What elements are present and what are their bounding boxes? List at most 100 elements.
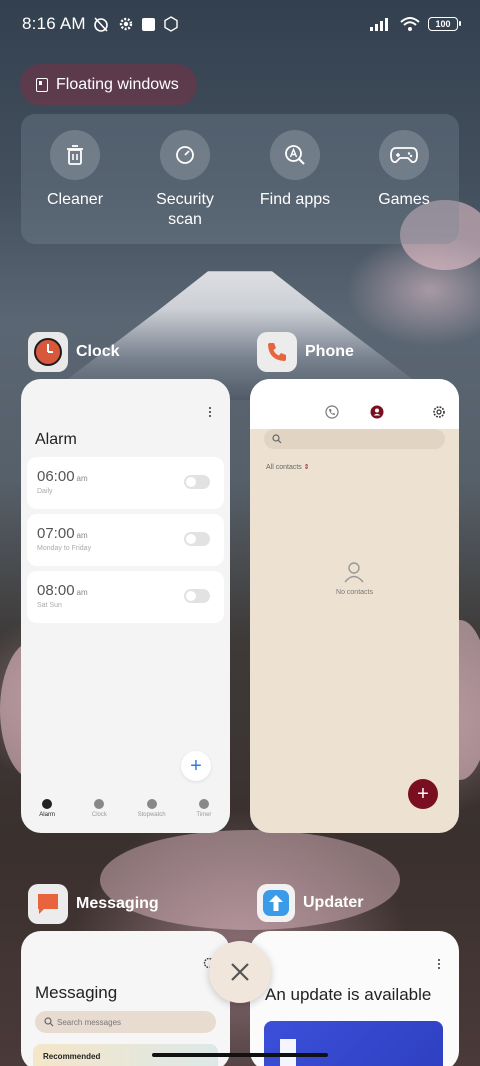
find-apps-label: Find apps xyxy=(259,191,331,208)
floating-windows-label: Floating windows xyxy=(56,76,179,93)
phone-app-header[interactable]: Phone xyxy=(257,332,354,372)
tab-clock: Clock xyxy=(74,799,124,833)
security-scan-label: Security scan xyxy=(156,191,214,228)
battery-icon: 100 xyxy=(428,17,461,31)
stopwatch-tab-icon xyxy=(146,799,157,809)
clear-all-button[interactable] xyxy=(209,941,271,1003)
clock-icon xyxy=(34,338,62,366)
alarm-item: 08:00 am Sat Sun xyxy=(27,571,224,623)
update-arrow-icon xyxy=(263,890,289,916)
tab-stopwatch-label: Stopwatch xyxy=(137,812,166,818)
update-banner-image xyxy=(264,1021,443,1066)
clock-bottom-nav: Alarm Clock Stopwatch Timer xyxy=(21,799,230,833)
alarm-repeat: Daily xyxy=(37,488,53,495)
find-apps-button[interactable]: Find apps xyxy=(245,130,345,210)
quick-actions-panel: Cleaner Security scan Find apps Games xyxy=(21,114,459,244)
alarm-repeat: Sat Sun xyxy=(37,602,62,609)
messaging-search-placeholder: Search messages xyxy=(57,1017,122,1027)
tab-stopwatch: Stopwatch xyxy=(127,799,177,833)
timer-tab-icon xyxy=(198,799,209,809)
clock-app-name: Clock xyxy=(76,343,120,360)
alarm-title: Alarm xyxy=(35,431,77,448)
status-left-icons xyxy=(92,15,179,33)
phone-app-name: Phone xyxy=(305,343,354,360)
alarm-tab-icon xyxy=(42,799,53,809)
alarm-ampm: am xyxy=(76,588,88,597)
messaging-app-name: Messaging xyxy=(76,895,159,912)
trash-icon xyxy=(67,145,83,165)
hexagon-icon xyxy=(164,16,178,32)
more-options-icon xyxy=(209,407,212,418)
clock-tab-icon xyxy=(94,799,105,809)
updater-recent-card[interactable]: An update is available xyxy=(250,931,459,1066)
tab-alarm-label: Alarm xyxy=(39,812,55,818)
status-bar: 8:16 AM 100 xyxy=(0,0,480,48)
filter-chevron-icon: ⇕ xyxy=(303,464,310,471)
updater-app-icon xyxy=(257,884,295,922)
alarm-time: 07:00 xyxy=(37,525,75,542)
alarm-toggle xyxy=(184,532,210,546)
battery-level: 100 xyxy=(435,19,451,29)
add-contact-icon: + xyxy=(408,779,438,809)
add-alarm-icon: + xyxy=(181,751,211,781)
phone-top-bar xyxy=(250,379,459,429)
alarm-ampm: am xyxy=(76,531,88,540)
security-scan-button[interactable]: Security scan xyxy=(135,130,235,230)
find-apps-icon xyxy=(285,145,305,165)
empty-contacts-icon xyxy=(344,562,364,583)
contacts-icon xyxy=(370,405,384,419)
clock-app-icon xyxy=(28,332,68,372)
floating-windows-button[interactable]: Floating windows xyxy=(20,64,197,106)
alarm-toggle xyxy=(184,475,210,489)
security-scan-icon xyxy=(176,146,194,164)
clock-recent-card[interactable]: Alarm 06:00 am Daily 07:00 am Monday to Fr… xyxy=(21,379,230,833)
settings-icon xyxy=(433,406,445,418)
games-label: Games xyxy=(378,191,430,208)
alarm-time: 08:00 xyxy=(37,582,75,599)
cleaner-label: Cleaner xyxy=(46,191,104,208)
phone-search-bar xyxy=(264,429,445,449)
contacts-filter: All contacts xyxy=(266,464,302,471)
alarm-toggle xyxy=(184,589,210,603)
more-options-icon xyxy=(438,959,441,970)
updater-app-name: Updater xyxy=(303,894,364,911)
alarm-off-icon xyxy=(93,17,108,32)
tab-timer-label: Timer xyxy=(196,812,212,818)
no-contacts-text: No contacts xyxy=(336,589,373,596)
tab-alarm: Alarm xyxy=(22,799,72,833)
messaging-app-icon xyxy=(28,884,68,924)
updater-app-header[interactable]: Updater xyxy=(257,884,363,922)
gamepad-icon xyxy=(390,147,418,164)
notification-square-icon xyxy=(141,17,155,31)
update-title: An update is available xyxy=(265,985,432,1004)
phone-recent-card[interactable]: All contacts ⇕ No contacts + xyxy=(250,379,459,833)
search-icon xyxy=(272,434,282,444)
home-indicator[interactable] xyxy=(152,1053,328,1057)
floating-window-icon xyxy=(36,78,48,92)
phone-app-icon xyxy=(257,332,297,372)
tab-timer: Timer xyxy=(179,799,229,833)
alarm-item: 07:00 am Monday to Friday xyxy=(27,514,224,566)
cleaner-button[interactable]: Cleaner xyxy=(25,130,125,210)
games-button[interactable]: Games xyxy=(354,130,454,210)
close-icon xyxy=(231,963,249,981)
messaging-title: Messaging xyxy=(35,983,118,1002)
recents-icon xyxy=(325,405,339,419)
alarm-repeat: Monday to Friday xyxy=(37,545,92,552)
messaging-recent-card[interactable]: Messaging Search messages Recommended xyxy=(21,931,230,1066)
alarm-time: 06:00 xyxy=(37,468,75,485)
clock-app-header[interactable]: Clock xyxy=(28,332,120,372)
alarm-ampm: am xyxy=(76,474,88,483)
phone-icon xyxy=(268,343,286,361)
messaging-app-header[interactable]: Messaging xyxy=(28,884,159,924)
wifi-icon xyxy=(400,17,420,31)
recommended-label: Recommended xyxy=(43,1052,101,1061)
gear-icon xyxy=(119,17,132,31)
search-icon xyxy=(44,1017,54,1027)
messaging-search-bar: Search messages xyxy=(35,1011,216,1033)
status-time: 8:16 AM xyxy=(22,14,86,33)
tab-clock-label: Clock xyxy=(91,812,107,818)
message-bubble-icon xyxy=(38,894,58,914)
alarm-item: 06:00 am Daily xyxy=(27,457,224,509)
status-right-icons: 100 xyxy=(370,16,461,32)
